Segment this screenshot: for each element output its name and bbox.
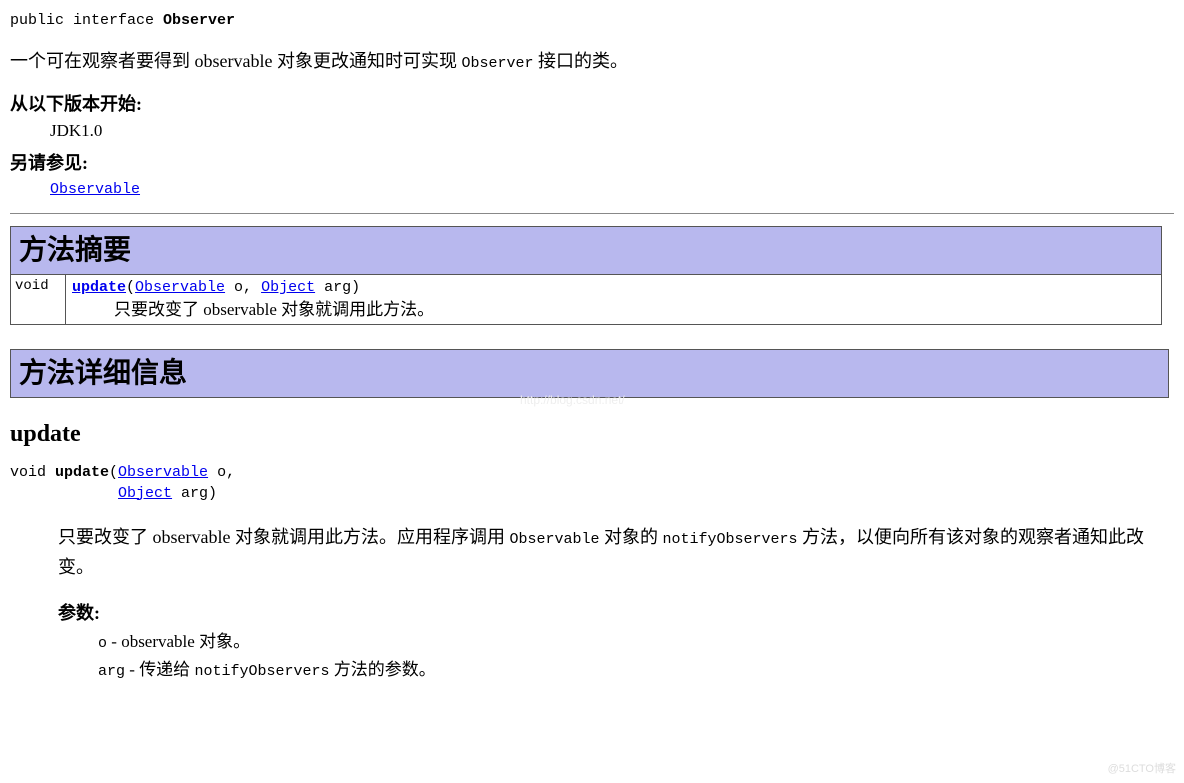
desc-code: notifyObservers bbox=[662, 531, 797, 548]
summary-header: 方法摘要 bbox=[11, 226, 1162, 274]
param-type-link[interactable]: Object bbox=[261, 279, 315, 296]
sig-open: ( bbox=[109, 464, 118, 481]
summary-header-text: 方法摘要 bbox=[19, 235, 131, 266]
since-value: JDK1.0 bbox=[50, 119, 1174, 143]
desc-text: 只要改变了 observable 对象就调用此方法。应用程序调用 bbox=[58, 527, 509, 547]
sig-name: update bbox=[55, 464, 109, 481]
sig-param-name: o, bbox=[208, 464, 235, 481]
params-label: 参数: bbox=[58, 603, 100, 623]
method-signature: void update(Observable o, Object arg) bbox=[10, 462, 1174, 504]
since-label: 从以下版本开始: bbox=[10, 94, 142, 114]
method-link-text: update bbox=[72, 279, 126, 296]
desc-code: Observable bbox=[509, 531, 599, 548]
detail-body: 只要改变了 observable 对象就调用此方法。应用程序调用 Observa… bbox=[58, 522, 1174, 682]
intro-text-1: 一个可在观察者要得到 observable 对象更改通知时可实现 bbox=[10, 51, 461, 71]
param-item: arg - 传递给 notifyObservers 方法的参数。 bbox=[98, 658, 1174, 682]
param-desc: observable 对象。 bbox=[121, 632, 250, 651]
meta-list: 从以下版本开始: JDK1.0 另请参见: Observable bbox=[10, 92, 1174, 201]
param-sep: - bbox=[107, 632, 121, 651]
table-row: void update(Observable o, Object arg) 只要… bbox=[11, 274, 1162, 324]
footer-watermark: @51CTO博客 bbox=[1108, 762, 1176, 777]
intro-code: Observer bbox=[461, 55, 533, 72]
intro-text-2: 接口的类。 bbox=[533, 51, 628, 71]
method-summary-desc: 只要改变了 observable 对象就调用此方法。 bbox=[114, 298, 1155, 322]
intro: 一个可在观察者要得到 observable 对象更改通知时可实现 Observe… bbox=[10, 49, 1174, 74]
param-type-link[interactable]: Observable bbox=[135, 279, 225, 296]
detail-desc: 只要改变了 observable 对象就调用此方法。应用程序调用 Observa… bbox=[58, 522, 1174, 583]
param-code: notifyObservers bbox=[194, 663, 329, 680]
param-list: o - observable 对象。 arg - 传递给 notifyObser… bbox=[98, 630, 1174, 682]
see-also-label: 另请参见: bbox=[10, 153, 88, 173]
sig-prefix: void bbox=[10, 464, 55, 481]
see-also-link[interactable]: Observable bbox=[50, 181, 140, 198]
decl-prefix: public interface bbox=[10, 12, 163, 29]
interface-declaration: public interface Observer bbox=[10, 10, 1174, 31]
detail-header: 方法详细信息 bbox=[10, 349, 1169, 398]
param-name: arg bbox=[98, 663, 125, 680]
decl-name: Observer bbox=[163, 12, 235, 29]
return-type: void bbox=[11, 274, 66, 324]
sig-open: ( bbox=[126, 279, 135, 296]
method-heading: update bbox=[10, 418, 1174, 452]
method-cell: update(Observable o, Object arg) 只要改变了 o… bbox=[66, 274, 1162, 324]
param-desc: 传递给 bbox=[139, 660, 194, 679]
method-summary-table: 方法摘要 void update(Observable o, Object ar… bbox=[10, 226, 1162, 325]
param-name: o, bbox=[225, 279, 261, 296]
param-name: o bbox=[98, 635, 107, 652]
sig-param-type-link[interactable]: Object bbox=[118, 485, 172, 502]
param-desc: 方法的参数。 bbox=[329, 660, 435, 679]
method-link[interactable]: update bbox=[72, 279, 126, 296]
param-sep: - bbox=[125, 660, 139, 679]
sig-param-type-link[interactable]: Observable bbox=[118, 464, 208, 481]
divider bbox=[10, 213, 1174, 214]
detail-header-text: 方法详细信息 bbox=[19, 358, 187, 389]
sig-param-name: arg) bbox=[172, 485, 217, 502]
param-item: o - observable 对象。 bbox=[98, 630, 1174, 654]
param-name: arg) bbox=[315, 279, 360, 296]
desc-text: 对象的 bbox=[599, 527, 662, 547]
